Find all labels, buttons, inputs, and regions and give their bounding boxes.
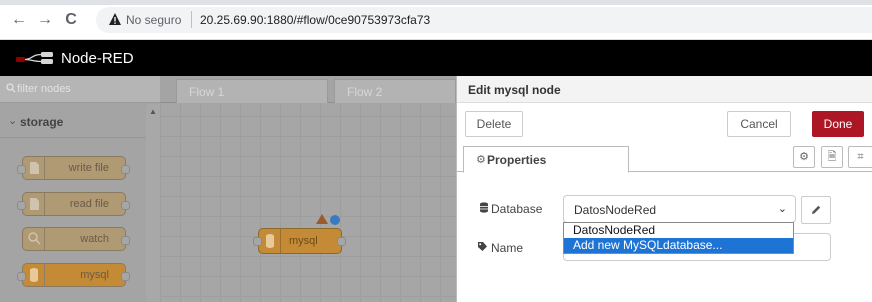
palette-node-write-file[interactable]: write file: [22, 156, 126, 180]
tray-header: Edit mysql node: [457, 76, 872, 103]
workspace-tabs: Flow 1 Flow 2: [160, 76, 456, 103]
category-label: storage: [20, 115, 64, 129]
node-palette: filter nodes ⌄ storage ▲ write file read…: [0, 76, 160, 302]
cancel-button[interactable]: Cancel: [727, 111, 791, 137]
file-icon: [23, 157, 45, 179]
search-icon: [6, 83, 16, 93]
database-icon: [259, 229, 281, 253]
database-icon: [479, 202, 489, 216]
scroll-up-icon[interactable]: ▲: [149, 107, 157, 116]
pencil-icon: [812, 205, 821, 214]
app-title: Node-RED: [61, 50, 134, 67]
palette-node-read-file[interactable]: read file: [22, 192, 126, 216]
output-port: [121, 236, 130, 245]
reload-button[interactable]: C: [62, 11, 80, 29]
filter-placeholder: filter nodes: [17, 83, 71, 95]
browser-tabstrip: [0, 0, 872, 5]
tab-flow-1[interactable]: Flow 1: [176, 79, 328, 103]
tab-properties[interactable]: ⚙ Properties: [463, 146, 629, 173]
dropdown-option[interactable]: DatosNodeRed: [564, 223, 793, 238]
app-header: Node-RED: [0, 40, 872, 76]
output-port: [121, 201, 130, 210]
node-label: mysql: [289, 235, 318, 247]
database-select-value: DatosNodeRed: [574, 203, 657, 217]
database-label: Database: [491, 202, 543, 216]
palette-scrollbar[interactable]: ▲: [146, 104, 160, 302]
chevron-down-icon: ⌄: [8, 115, 18, 127]
category-storage[interactable]: ⌄ storage: [0, 104, 146, 138]
address-bar[interactable]: No seguro 20.25.69.90:1880/#flow/0ce9075…: [96, 7, 872, 33]
output-port: [121, 272, 130, 281]
node-label: write file: [68, 162, 109, 174]
tab-label: Properties: [487, 153, 547, 167]
output-port: [337, 237, 346, 246]
workspace-node-mysql[interactable]: mysql: [258, 228, 342, 254]
magnifier-icon: [23, 228, 45, 250]
appearance-icon[interactable]: ⌗: [848, 146, 872, 168]
chevron-down-icon: ⌄: [777, 203, 787, 215]
tab-flow-2[interactable]: Flow 2: [334, 79, 456, 103]
database-dropdown-list[interactable]: DatosNodeRed Add new MySQLdatabase...: [563, 222, 794, 254]
settings-gear-icon[interactable]: ⚙: [793, 146, 815, 168]
node-label: read file: [69, 198, 109, 210]
not-secure-label: No seguro: [126, 13, 182, 27]
node-red-logo-icon: [16, 52, 53, 64]
forward-button[interactable]: →: [36, 11, 54, 29]
description-icon[interactable]: 🗎: [821, 146, 843, 168]
name-label: Name: [491, 241, 524, 255]
done-button[interactable]: Done: [812, 111, 864, 137]
url-text[interactable]: 20.25.69.90:1880/#flow/0ce90753973cfa73: [200, 13, 430, 27]
dropdown-option-selected[interactable]: Add new MySQLdatabase...: [564, 238, 793, 253]
browser-toolbar: ← → C No seguro 20.25.69.90:1880/#flow/0…: [0, 0, 872, 40]
database-icon: [23, 264, 45, 286]
tab-label: Flow 2: [347, 85, 383, 99]
flow-workspace[interactable]: [160, 76, 456, 302]
filter-nodes-input[interactable]: filter nodes: [0, 76, 160, 103]
url-separator: [191, 11, 192, 28]
input-port: [17, 201, 26, 210]
input-port: [17, 272, 26, 281]
back-button[interactable]: ←: [10, 11, 28, 29]
palette-node-watch[interactable]: watch: [22, 227, 126, 251]
database-select[interactable]: DatosNodeRed ⌄: [563, 195, 796, 223]
output-port: [121, 165, 130, 174]
gear-icon: ⚙: [476, 154, 486, 166]
palette-node-mysql[interactable]: mysql: [22, 263, 126, 287]
tag-icon: [477, 241, 488, 255]
input-port: [253, 237, 262, 246]
input-port: [17, 165, 26, 174]
edit-config-button[interactable]: [801, 196, 831, 224]
file-icon: [23, 193, 45, 215]
edit-tray: Edit mysql node Delete Cancel Done ⚙ Pro…: [456, 76, 872, 302]
delete-button[interactable]: Delete: [465, 111, 523, 137]
changed-indicator-icon: [330, 215, 340, 225]
warning-triangle-icon: [316, 214, 328, 224]
warning-icon[interactable]: [108, 12, 122, 26]
tray-title: Edit mysql node: [468, 83, 561, 97]
tray-tabs: ⚙ Properties ⚙ 🗎 ⌗: [457, 146, 872, 173]
node-label: watch: [80, 233, 109, 245]
node-label: mysql: [80, 269, 109, 281]
tab-label: Flow 1: [189, 85, 225, 99]
